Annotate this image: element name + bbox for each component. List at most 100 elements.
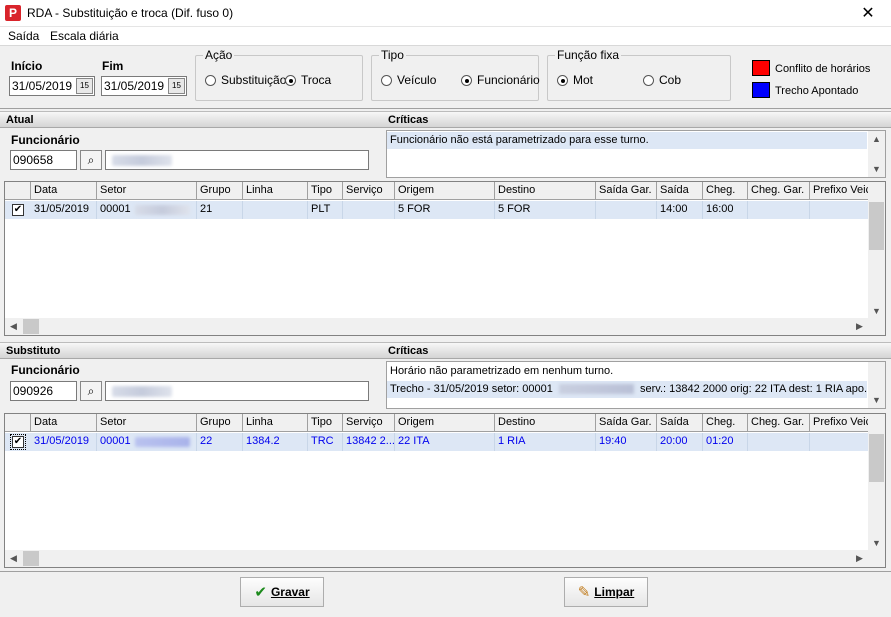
substituto-grid: Data Setor Grupo Linha Tipo Serviço Orig… xyxy=(4,413,886,568)
scroll-up-icon[interactable]: ▲ xyxy=(868,131,885,147)
row-checkbox[interactable]: ✔ xyxy=(10,434,26,450)
app-icon: P xyxy=(5,5,21,21)
inicio-date-field[interactable]: 31/05/2019 15 xyxy=(9,76,95,96)
atual-criticas-box[interactable]: Funcionário não está parametrizado para … xyxy=(386,130,886,178)
grid-header-servico[interactable]: Serviço xyxy=(343,182,395,200)
grid-header-linha[interactable]: Linha xyxy=(243,182,308,200)
legend-apontado-label: Trecho Apontado xyxy=(775,85,859,97)
menu-escala-diaria[interactable]: Escala diária xyxy=(50,29,119,43)
substituto-funcionario-name-input[interactable] xyxy=(105,381,369,401)
cell-servico: 13842 2... xyxy=(343,433,395,451)
calendar-icon[interactable]: 15 xyxy=(76,78,93,94)
substituto-grid-vscroll[interactable]: ▼ xyxy=(868,414,885,551)
radio-substituicao[interactable] xyxy=(205,75,216,86)
grid-header-linha[interactable]: Linha xyxy=(243,414,308,432)
cell-destino: 1 RIA xyxy=(495,433,596,451)
atual-funcionario-label: Funcionário xyxy=(11,133,80,147)
radio-troca-label: Troca xyxy=(301,73,332,87)
cell-linha: 1384.2 xyxy=(243,433,308,451)
substituto-criticas-box[interactable]: Horário não parametrizado em nenhum turn… xyxy=(386,361,886,409)
scroll-down-icon[interactable]: ▼ xyxy=(868,392,885,408)
fim-date-field[interactable]: 31/05/2019 15 xyxy=(101,76,187,96)
substituto-funcionario-code-input[interactable]: 090926 xyxy=(10,381,77,401)
atual-search-button[interactable]: ⌕ xyxy=(80,150,102,170)
row-checkbox[interactable]: ✔ xyxy=(12,204,24,216)
grid-header-setor[interactable]: Setor xyxy=(97,182,197,200)
scroll-right-icon[interactable]: ▶ xyxy=(851,318,868,334)
grid-header-destino[interactable]: Destino xyxy=(495,414,596,432)
menu-saida[interactable]: Saída xyxy=(8,29,39,43)
cell-cheg-gar xyxy=(748,433,810,451)
tipo-title: Tipo xyxy=(379,48,406,62)
radio-funcionario[interactable] xyxy=(461,75,472,86)
table-row[interactable]: ✔ 31/05/2019 00001 22 1384.2 TRC 13842 2… xyxy=(5,433,870,451)
legend-apontado-swatch xyxy=(752,82,770,98)
atual-funcionario-code-input[interactable]: 090658 xyxy=(10,150,77,170)
eraser-icon: ✎ xyxy=(577,583,591,601)
grid-header-destino[interactable]: Destino xyxy=(495,182,596,200)
grid-header-servico[interactable]: Serviço xyxy=(343,414,395,432)
cell-servico xyxy=(343,201,395,219)
scroll-thumb[interactable] xyxy=(869,434,884,482)
grid-header-tipo[interactable]: Tipo xyxy=(308,414,343,432)
scroll-up-icon[interactable] xyxy=(868,182,885,198)
radio-mot[interactable] xyxy=(557,75,568,86)
atual-criticas-scrollbar[interactable]: ▲ ▼ xyxy=(868,131,885,177)
scroll-thumb[interactable] xyxy=(869,202,884,250)
grid-header-setor[interactable]: Setor xyxy=(97,414,197,432)
radio-veiculo[interactable] xyxy=(381,75,392,86)
cell-setor: 00001 xyxy=(97,433,197,451)
grid-header-prefixo-veic[interactable]: Prefixo Veic xyxy=(810,414,870,432)
substituto-search-button[interactable]: ⌕ xyxy=(80,381,102,401)
grid-header-cheg[interactable]: Cheg. xyxy=(703,414,748,432)
scroll-right-icon[interactable]: ▶ xyxy=(851,550,868,566)
grid-header-data[interactable]: Data xyxy=(31,414,97,432)
grid-header-data[interactable]: Data xyxy=(31,182,97,200)
scroll-thumb[interactable] xyxy=(23,319,39,334)
scroll-down-icon[interactable]: ▼ xyxy=(868,303,885,319)
gravar-label: Gravar xyxy=(270,585,310,599)
grid-header-origem[interactable]: Origem xyxy=(395,414,495,432)
grid-header-saida-gar[interactable]: Saída Gar. xyxy=(596,182,657,200)
grid-header-cheg-gar[interactable]: Cheg. Gar. xyxy=(748,414,810,432)
grid-header-cheg-gar[interactable]: Cheg. Gar. xyxy=(748,182,810,200)
scroll-down-icon[interactable]: ▼ xyxy=(868,161,885,177)
limpar-button[interactable]: ✎ Limpar xyxy=(564,577,648,607)
scroll-left-icon[interactable]: ◀ xyxy=(5,318,22,334)
calendar-icon[interactable]: 15 xyxy=(168,78,185,94)
grid-header-saida[interactable]: Saída xyxy=(657,414,703,432)
cell-grupo: 22 xyxy=(197,433,243,451)
substituto-criticas-scrollbar[interactable]: ▼ xyxy=(868,362,885,408)
scroll-left-icon[interactable]: ◀ xyxy=(5,550,22,566)
radio-cob[interactable] xyxy=(643,75,654,86)
close-button[interactable]: ✕ xyxy=(845,0,891,27)
grid-header-prefixo-veic[interactable]: Prefixo Veic xyxy=(810,182,870,200)
atual-grid-vscroll[interactable]: ▼ xyxy=(868,182,885,319)
grid-header-cheg[interactable]: Cheg. xyxy=(703,182,748,200)
cell-tipo: PLT xyxy=(308,201,343,219)
atual-grid-hscroll[interactable]: ◀ ▶ xyxy=(5,318,885,335)
atual-funcionario-name-input[interactable] xyxy=(105,150,369,170)
cell-origem: 5 FOR xyxy=(395,201,495,219)
grid-header-grupo[interactable]: Grupo xyxy=(197,182,243,200)
scroll-thumb[interactable] xyxy=(23,551,39,566)
grid-header-saida[interactable]: Saída xyxy=(657,182,703,200)
scroll-up-icon[interactable] xyxy=(868,362,885,378)
scroll-up-icon[interactable] xyxy=(868,414,885,430)
cell-saida: 20:00 xyxy=(657,433,703,451)
grid-header-saida-gar[interactable]: Saída Gar. xyxy=(596,414,657,432)
grid-header-check xyxy=(5,182,31,200)
grid-header-grupo[interactable]: Grupo xyxy=(197,414,243,432)
grid-header-tipo[interactable]: Tipo xyxy=(308,182,343,200)
substituto-grid-hscroll[interactable]: ◀ ▶ xyxy=(5,550,885,567)
gravar-button[interactable]: ✔ Gravar xyxy=(240,577,324,607)
radio-troca[interactable] xyxy=(285,75,296,86)
scroll-down-icon[interactable]: ▼ xyxy=(868,535,885,551)
table-row[interactable]: ✔ 31/05/2019 00001 21 PLT 5 FOR 5 FOR 14… xyxy=(5,201,870,219)
menu-bar: Saída Escala diária xyxy=(0,27,891,46)
acao-title: Ação xyxy=(203,48,235,62)
window-title: RDA - Substituição e troca (Dif. fuso 0) xyxy=(27,6,234,20)
grid-header-origem[interactable]: Origem xyxy=(395,182,495,200)
binoculars-icon: ⌕ xyxy=(87,153,95,167)
substituto-critica-line: Horário não parametrizado em nenhum turn… xyxy=(390,365,614,377)
